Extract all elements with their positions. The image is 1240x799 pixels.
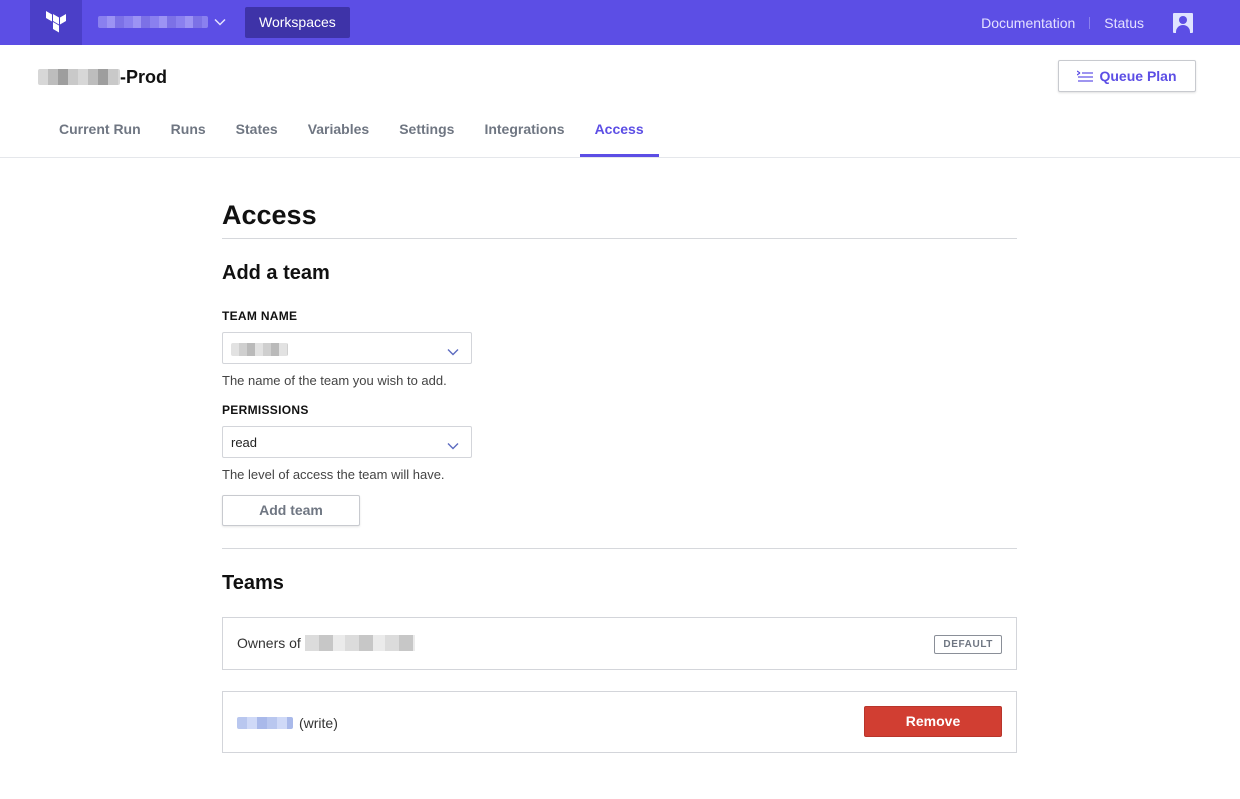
- top-navigation-bar: Workspaces Documentation Status: [0, 0, 1240, 45]
- tab-variables[interactable]: Variables: [293, 104, 385, 157]
- organization-name-redacted: [304, 635, 415, 651]
- queue-plan-label: Queue Plan: [1099, 68, 1177, 84]
- add-team-heading: Add a team: [222, 262, 330, 284]
- workspace-tabs: Current Run Runs States Variables Settin…: [44, 104, 659, 157]
- permissions-help: The level of access the team will have.: [222, 467, 445, 482]
- remove-team-button[interactable]: Remove: [864, 706, 1002, 737]
- default-badge: DEFAULT: [934, 635, 1002, 654]
- owners-prefix: Owners of: [237, 635, 301, 651]
- workspace-title: -Prod: [38, 66, 167, 88]
- team-owners-name: Owners of: [237, 635, 415, 651]
- queue-plan-button[interactable]: Queue Plan: [1058, 60, 1196, 92]
- workspaces-button[interactable]: Workspaces: [245, 7, 350, 38]
- workspace-name-suffix: -Prod: [120, 66, 167, 87]
- team-name-select[interactable]: [222, 332, 472, 364]
- chevron-down-icon: [447, 437, 459, 455]
- teams-heading: Teams: [222, 572, 284, 594]
- team-member-name: (write): [237, 715, 338, 731]
- team-row-member: (write) Remove: [222, 691, 1017, 753]
- nav-separator: [1089, 16, 1091, 29]
- page-title: Access: [222, 200, 317, 230]
- workspace-name-redacted: [38, 69, 120, 85]
- list-icon: [1077, 70, 1094, 82]
- team-name-help: The name of the team you wish to add.: [222, 373, 447, 388]
- user-avatar-icon[interactable]: [1173, 12, 1193, 33]
- title-divider: [222, 238, 1017, 239]
- section-divider: [222, 548, 1017, 549]
- team-name-label: TEAM NAME: [222, 309, 298, 323]
- chevron-down-icon: [214, 18, 226, 26]
- add-team-button[interactable]: Add team: [222, 495, 360, 526]
- permissions-value: read: [231, 435, 258, 450]
- terraform-logo-icon[interactable]: [30, 0, 82, 45]
- team-name-redacted: [231, 343, 288, 356]
- organization-switcher[interactable]: [98, 12, 226, 32]
- chevron-down-icon: [447, 343, 459, 361]
- team-permission: (write): [299, 715, 338, 731]
- team-row-owners: Owners of DEFAULT: [222, 617, 1017, 670]
- tab-states[interactable]: States: [221, 104, 293, 157]
- tab-integrations[interactable]: Integrations: [469, 104, 579, 157]
- permissions-select[interactable]: read: [222, 426, 472, 458]
- tab-settings[interactable]: Settings: [384, 104, 469, 157]
- team-name-redacted: [237, 717, 293, 729]
- tab-runs[interactable]: Runs: [156, 104, 221, 157]
- permissions-label: PERMISSIONS: [222, 403, 309, 417]
- status-link[interactable]: Status: [1104, 15, 1144, 31]
- tab-current-run[interactable]: Current Run: [44, 104, 156, 157]
- documentation-link[interactable]: Documentation: [981, 15, 1075, 31]
- organization-name-redacted: [98, 16, 208, 28]
- tabs-divider: [0, 157, 1240, 158]
- tab-access[interactable]: Access: [579, 104, 659, 157]
- top-nav-right: Documentation Status: [981, 0, 1240, 45]
